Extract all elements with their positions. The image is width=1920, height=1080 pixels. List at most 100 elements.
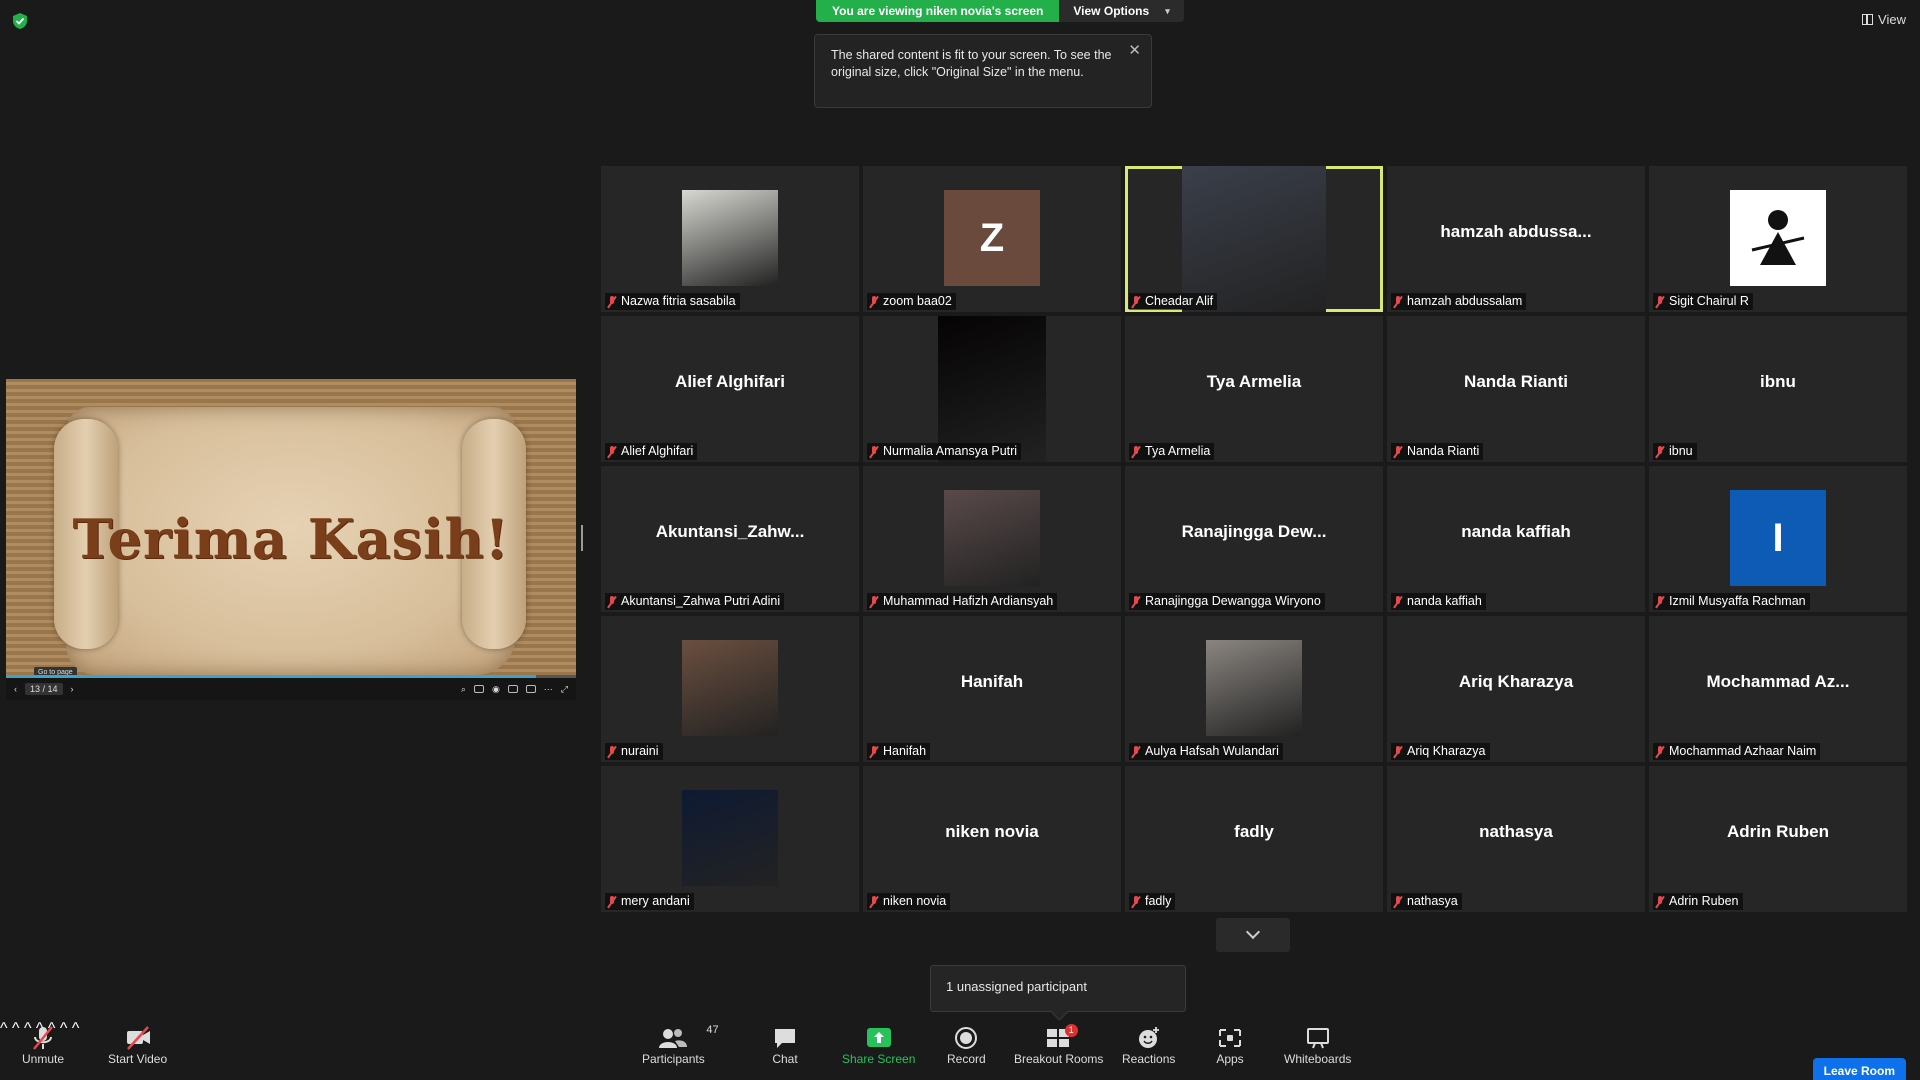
participant-name-label: Ariq Kharazya (1391, 743, 1490, 760)
participant-tile[interactable]: Ranajingga Dew... Ranajingga Dewangga Wir… (1125, 466, 1383, 612)
participant-name-label: mery andani (605, 893, 694, 910)
close-icon[interactable]: ✕ (1128, 42, 1141, 59)
participants-button[interactable]: 47 Participants (642, 1024, 719, 1066)
participant-name: nuraini (621, 744, 659, 758)
participant-tile[interactable]: Hanifah Hanifah (863, 616, 1121, 762)
video-feed (1182, 166, 1326, 312)
reactions-button[interactable]: Reactions (1122, 1024, 1175, 1066)
present-icon[interactable] (525, 685, 536, 693)
participant-tile[interactable]: Nurmalia Amansya Putri (863, 316, 1121, 462)
share-screen-button[interactable]: Share Screen (842, 1024, 915, 1066)
gallery-grid: Nazwa fitria sasabila Zzoom baa02 Cheadar … (601, 166, 1907, 912)
page-indicator[interactable]: 13 / 14 (25, 683, 63, 695)
participant-name-label: nanda kaffiah (1391, 593, 1486, 610)
leave-room-button[interactable]: Leave Room (1812, 1058, 1906, 1080)
participant-name: Izmil Musyaffa Rachman (1669, 594, 1806, 608)
participant-tile[interactable]: Nanda Rianti Nanda Rianti (1387, 316, 1645, 462)
mic-muted-icon (607, 295, 617, 308)
participant-display-name: fadly (1234, 822, 1274, 841)
participant-tile[interactable]: Sigit Chairul R (1649, 166, 1907, 312)
participant-tile[interactable]: nathasya nathasya (1387, 766, 1645, 912)
apps-button[interactable]: Apps (1215, 1024, 1245, 1066)
mic-muted-icon (1655, 445, 1665, 458)
shield-check-icon[interactable] (12, 12, 28, 30)
participant-name: nanda kaffiah (1407, 594, 1482, 608)
more-icon[interactable]: ⋯ (544, 684, 553, 695)
participant-tile[interactable]: Mochammad Az... Mochammad Azhaar Naim (1649, 616, 1907, 762)
participant-name-label: hamzah abdussalam (1391, 293, 1527, 310)
participant-tile[interactable]: niken novia niken novia (863, 766, 1121, 912)
participants-label: Participants (642, 1052, 705, 1066)
avatar: Z (944, 190, 1040, 286)
participant-name: mery andani (621, 894, 690, 908)
participant-name: Akuntansi_Zahwa Putri Adini (621, 594, 781, 608)
video-feed (682, 790, 778, 886)
reactions-icon (1138, 1027, 1159, 1048)
video-feed (1206, 640, 1302, 736)
participant-tile[interactable]: Tya Armelia Tya Armelia (1125, 316, 1383, 462)
shared-screen[interactable]: Terima Kasih! Go to page ‹ 13 / 14 › ⌕ ◉… (6, 379, 576, 700)
breakout-rooms-label: Breakout Rooms (1014, 1052, 1104, 1066)
mic-muted-icon (1655, 895, 1665, 908)
participant-tile[interactable]: Akuntansi_Zahw... Akuntansi_Zahwa Putri A… (601, 466, 859, 612)
mic-muted-icon (1131, 745, 1141, 758)
next-gallery-page-button[interactable] (1216, 918, 1290, 952)
participant-name: zoom baa02 (883, 294, 952, 308)
participant-tile[interactable]: Zzoom baa02 (863, 166, 1121, 312)
participant-tile[interactable]: Aulya Hafsah Wulandari (1125, 616, 1383, 762)
participant-display-name: ibnu (1760, 372, 1796, 391)
participant-tile[interactable]: ibnu ibnu (1649, 316, 1907, 462)
slide-controls: ‹ 13 / 14 › ⌕ ◉ ⋯ ⤢ (6, 678, 576, 700)
whiteboards-button[interactable]: Whiteboards (1284, 1024, 1351, 1066)
participant-name-label: Izmil Musyaffa Rachman (1653, 593, 1810, 610)
participant-tile[interactable]: Adrin Ruben Adrin Ruben (1649, 766, 1907, 912)
start-video-button[interactable]: Start Video (108, 1024, 167, 1066)
participant-tile[interactable]: Cheadar Alif (1125, 166, 1383, 312)
link-icon[interactable] (507, 685, 518, 693)
participant-tile[interactable]: nanda kaffiah nanda kaffiah (1387, 466, 1645, 612)
previous-slide-icon[interactable]: ‹ (14, 684, 17, 694)
whiteboards-options-caret[interactable]: ^ (72, 1020, 80, 1037)
participant-name: Sigit Chairul R (1669, 294, 1749, 308)
unmute-button[interactable]: Unmute (22, 1024, 64, 1066)
participant-tile[interactable]: mery andani (601, 766, 859, 912)
participant-name-label: Hanifah (867, 743, 931, 760)
audio-icon[interactable]: ◉ (492, 684, 500, 695)
view-button[interactable]: View (1862, 12, 1906, 27)
participant-tile[interactable]: fadly fadly (1125, 766, 1383, 912)
participant-tile[interactable]: Alief Alghifari Alief Alghifari (601, 316, 859, 462)
record-button[interactable]: Record (947, 1024, 986, 1066)
next-slide-icon[interactable]: › (71, 684, 74, 694)
captions-icon[interactable] (473, 685, 484, 693)
participant-name: Nanda Rianti (1407, 444, 1480, 458)
mic-muted-icon (1393, 295, 1403, 308)
zoom-icon[interactable]: ⌕ (461, 684, 466, 695)
participant-tile[interactable]: nuraini (601, 616, 859, 762)
video-options-caret[interactable]: ^ (12, 1020, 20, 1037)
record-icon (955, 1027, 978, 1049)
participants-count: 47 (706, 1024, 719, 1036)
whiteboard-icon (1306, 1028, 1329, 1049)
mic-muted-icon (869, 445, 879, 458)
participant-tile[interactable]: hamzah abdussa... hamzah abdussalam (1387, 166, 1645, 312)
participant-display-name: nanda kaffiah (1461, 522, 1571, 541)
viewing-screen-label: You are viewing niken novia's screen (816, 0, 1060, 22)
chevron-down-icon (1245, 924, 1261, 940)
participant-tile[interactable]: Nazwa fitria sasabila (601, 166, 859, 312)
zoom-meeting-window: View You are viewing niken novia's scree… (0, 0, 1920, 1080)
unassigned-participant-popup: 1 unassigned participant (930, 965, 1186, 1012)
fullscreen-icon[interactable]: ⤢ (561, 684, 568, 695)
panel-resize-handle[interactable] (581, 525, 583, 551)
chat-button[interactable]: Chat (770, 1024, 800, 1066)
view-options-label: View Options (1073, 4, 1150, 18)
participant-tile[interactable]: Muhammad Hafizh Ardiansyah (863, 466, 1121, 612)
participant-name: Cheadar Alif (1145, 294, 1214, 308)
participant-name-label: Sigit Chairul R (1653, 293, 1753, 310)
participant-tile[interactable]: I Izmil Musyaffa Rachman (1649, 466, 1907, 612)
view-options-button[interactable]: View Options ▾ (1059, 0, 1184, 22)
participant-display-name: Adrin Ruben (1727, 822, 1829, 841)
participant-name-label: Nurmalia Amansya Putri (867, 443, 1022, 460)
participant-tile[interactable]: Ariq Kharazya Ariq Kharazya (1387, 616, 1645, 762)
breakout-rooms-button[interactable]: 1 Breakout Rooms (1014, 1024, 1103, 1066)
audio-options-caret[interactable]: ^ (0, 1020, 8, 1037)
